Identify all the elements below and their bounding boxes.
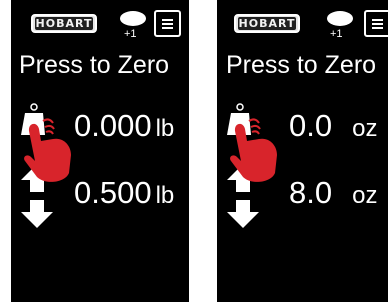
scale-screen-oz: HOBART +1 Press to Zero 0.0 oz 8.0 oz <box>217 0 388 302</box>
count-badge-label: +1 <box>330 28 343 40</box>
count-badge-icon[interactable] <box>120 11 146 26</box>
count-badge-label: +1 <box>124 28 137 40</box>
press-to-zero-button[interactable]: Press to Zero <box>19 51 169 80</box>
target-weight-value: 0.500 <box>74 175 152 210</box>
target-weight-display[interactable]: 0.500 lb <box>74 175 174 211</box>
scale-screen-lb: HOBART +1 Press to Zero 0.000 lb 0.500 lb <box>11 0 189 302</box>
target-weight-display[interactable]: 8.0 oz <box>289 175 377 211</box>
tare-icon[interactable] <box>15 99 75 185</box>
menu-button[interactable] <box>364 10 388 37</box>
tare-weight-unit: oz <box>352 115 378 142</box>
tare-weight-value: 0.000 <box>74 108 152 143</box>
target-weight-unit: lb <box>155 182 175 209</box>
target-weight-unit: oz <box>352 182 378 209</box>
press-to-zero-button[interactable]: Press to Zero <box>226 51 376 80</box>
target-weight-value: 8.0 <box>289 175 333 210</box>
tare-weight-value: 0.0 <box>289 108 333 143</box>
tare-weight-unit: lb <box>155 115 175 142</box>
hobart-logo: HOBART <box>31 14 97 33</box>
tare-weight-display[interactable]: 0.0 oz <box>289 108 377 144</box>
tare-icon[interactable] <box>221 99 281 185</box>
hobart-logo: HOBART <box>234 14 300 33</box>
tare-weight-display[interactable]: 0.000 lb <box>74 108 174 144</box>
menu-button[interactable] <box>154 10 181 37</box>
count-badge-icon[interactable] <box>327 11 353 26</box>
